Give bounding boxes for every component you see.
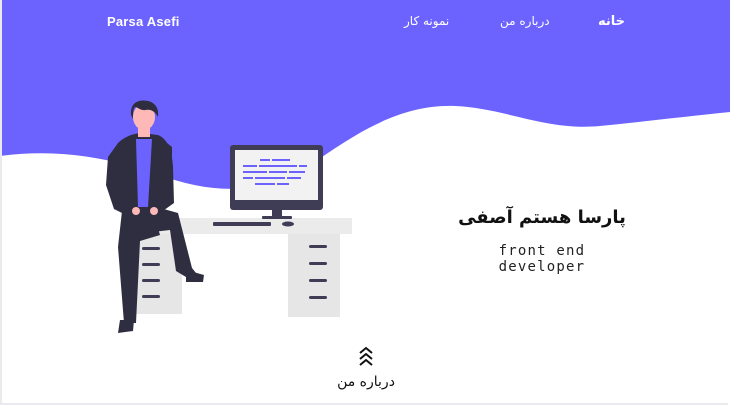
nav-link-portfolio[interactable]: نمونه کار — [404, 14, 449, 28]
double-chevron-up-icon[interactable] — [356, 346, 376, 368]
hero-role: front end developer — [498, 243, 586, 275]
scroll-about-link[interactable]: درباره من — [316, 374, 416, 390]
hero-name: پارسا هستم آصفی — [458, 207, 626, 228]
nav-link-about[interactable]: درباره من — [500, 14, 550, 28]
keyboard — [213, 222, 271, 226]
mouse — [282, 221, 294, 227]
developer-desk-illustration — [106, 100, 352, 333]
nav-link-home[interactable]: خانه — [598, 14, 625, 29]
brand-logo[interactable]: Parsa Asefi — [107, 14, 180, 29]
